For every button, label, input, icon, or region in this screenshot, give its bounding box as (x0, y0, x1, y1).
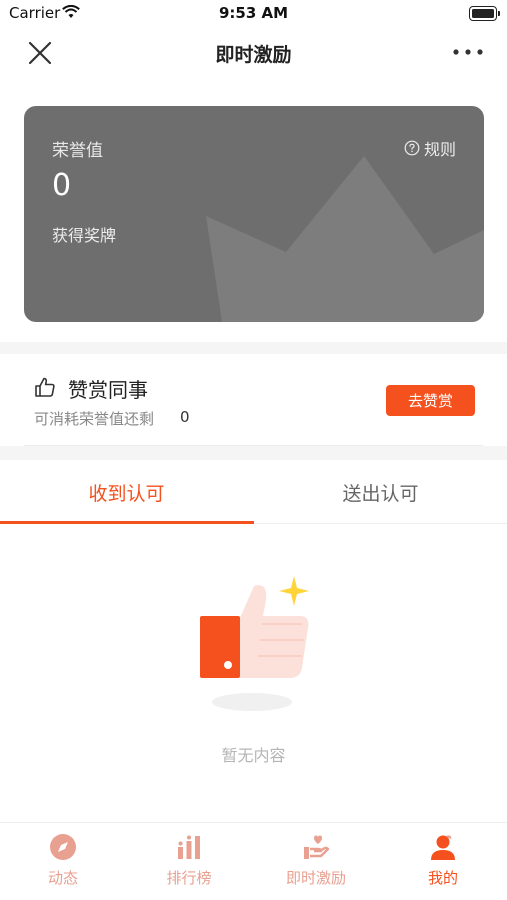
recognition-tabs: 收到认可 送出认可 (0, 460, 507, 524)
rules-button[interactable]: 规则 (404, 136, 456, 160)
remaining-value: 0 (180, 408, 190, 426)
empty-thumbs-up-illustration (200, 576, 309, 711)
honor-value: 0 (52, 168, 72, 203)
praise-title: 赞赏同事 (68, 378, 148, 402)
honor-label: 荣誉值 (52, 141, 103, 161)
status-time: 9:53 AM (218, 4, 289, 22)
page-title: 即时激励 (215, 44, 292, 66)
more-icon[interactable] (451, 40, 485, 64)
tab-sent[interactable]: 送出认可 (254, 460, 507, 524)
bottom-tab-bar: 动态 排行榜 即时激励 我的 (0, 822, 507, 900)
active-tab-indicator (0, 521, 254, 524)
tab-dynamics-label: 动态 (47, 869, 78, 887)
person-icon (431, 835, 455, 860)
nav-bar: 即时激励 (0, 28, 507, 76)
tab-mine[interactable]: 我的 (380, 823, 506, 900)
tab-ranking[interactable]: 排行榜 (126, 823, 252, 900)
tab-incentive[interactable]: 即时激励 (253, 823, 379, 900)
section-divider (0, 446, 507, 460)
tab-received[interactable]: 收到认可 (0, 460, 253, 524)
tab-ranking-label: 排行榜 (166, 869, 212, 887)
praise-section: 赞赏同事 可消耗荣誉值还剩 0 去赞赏 (0, 354, 507, 446)
rules-label: 规则 (423, 140, 456, 159)
thumbs-up-icon (35, 377, 55, 397)
help-icon (404, 140, 420, 156)
medal-link[interactable]: 获得奖牌 (52, 222, 116, 246)
close-icon[interactable] (26, 39, 54, 67)
compass-icon (50, 834, 76, 860)
section-divider (0, 342, 507, 354)
remaining-label: 可消耗荣誉值还剩 (34, 410, 155, 428)
tab-mine-label: 我的 (427, 869, 458, 887)
status-bar: Carrier 9:53 AM (0, 0, 507, 28)
battery-icon (469, 6, 500, 21)
empty-text: 暂无内容 (221, 746, 286, 765)
tab-dynamics[interactable]: 动态 (0, 823, 126, 900)
praise-button[interactable]: 去赞赏 (386, 385, 475, 416)
tab-incentive-label: 即时激励 (285, 869, 346, 887)
heart-hand-icon (304, 835, 330, 859)
honor-card: 荣誉值 0 获得奖牌 规则 (24, 106, 484, 322)
ranking-icon (178, 835, 200, 859)
